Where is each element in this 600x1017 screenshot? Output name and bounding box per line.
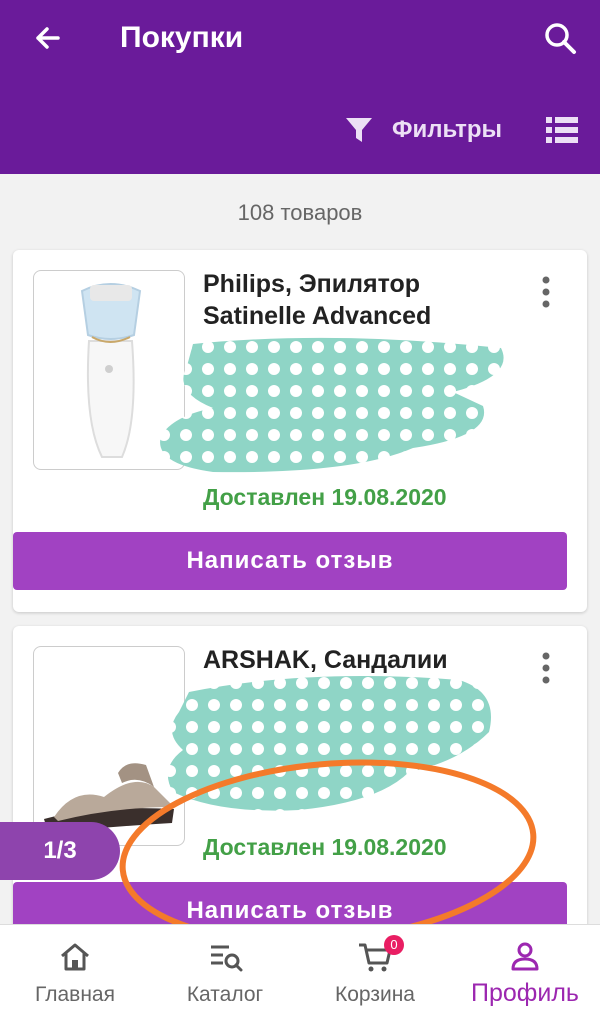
bottom-navigation: Главная Каталог 0 Корзина Профиль bbox=[0, 924, 600, 1017]
filters-button[interactable]: Фильтры bbox=[344, 110, 502, 150]
nav-label: Корзина bbox=[335, 983, 415, 1006]
nav-catalog[interactable]: Каталог bbox=[150, 925, 300, 1017]
search-icon[interactable] bbox=[540, 18, 580, 58]
censor-blot bbox=[160, 337, 504, 473]
back-arrow-icon[interactable] bbox=[28, 18, 68, 58]
product-image-sandals[interactable] bbox=[33, 646, 185, 846]
home-icon bbox=[61, 943, 89, 971]
page-indicator: 1/3 bbox=[0, 822, 120, 880]
product-image-epilator[interactable] bbox=[33, 270, 185, 470]
censor-blot bbox=[167, 676, 491, 811]
delivery-status: Доставлен 19.08.2020 bbox=[203, 834, 447, 860]
profile-icon bbox=[511, 942, 539, 971]
nav-cart[interactable]: 0 Корзина bbox=[300, 925, 450, 1017]
app-bar: Покупки Фильтры bbox=[0, 0, 600, 174]
nav-profile[interactable]: Профиль bbox=[450, 925, 600, 1017]
nav-label: Каталог bbox=[186, 983, 264, 1006]
delivery-status: Доставлен 19.08.2020 bbox=[203, 484, 447, 510]
product-name[interactable]: Philips, Эпилятор Satinelle Advanced bbox=[203, 268, 523, 332]
nav-home[interactable]: Главная bbox=[0, 925, 150, 1017]
nav-label: Главная bbox=[35, 983, 115, 1006]
filters-label: Фильтры bbox=[392, 116, 503, 143]
nav-label: Профиль bbox=[471, 979, 579, 1007]
page-title: Покупки bbox=[120, 21, 244, 54]
product-name[interactable]: ARSHAK, Сандалии bbox=[203, 644, 523, 676]
order-card[interactable]: Philips, Эпилятор Satinelle Advanced Дос… bbox=[13, 250, 587, 612]
catalog-icon bbox=[211, 945, 243, 972]
more-options-icon[interactable] bbox=[537, 274, 555, 310]
more-options-icon[interactable] bbox=[537, 650, 555, 686]
filter-icon bbox=[346, 118, 372, 142]
cart-badge: 0 bbox=[384, 935, 404, 955]
order-card[interactable]: ARSHAK, Сандалии Доставлен 19.08.2020 На… bbox=[13, 626, 587, 946]
list-view-icon[interactable] bbox=[546, 114, 578, 146]
write-review-button[interactable]: Написать отзыв bbox=[13, 532, 567, 590]
items-count: 108 товаров bbox=[237, 200, 363, 225]
